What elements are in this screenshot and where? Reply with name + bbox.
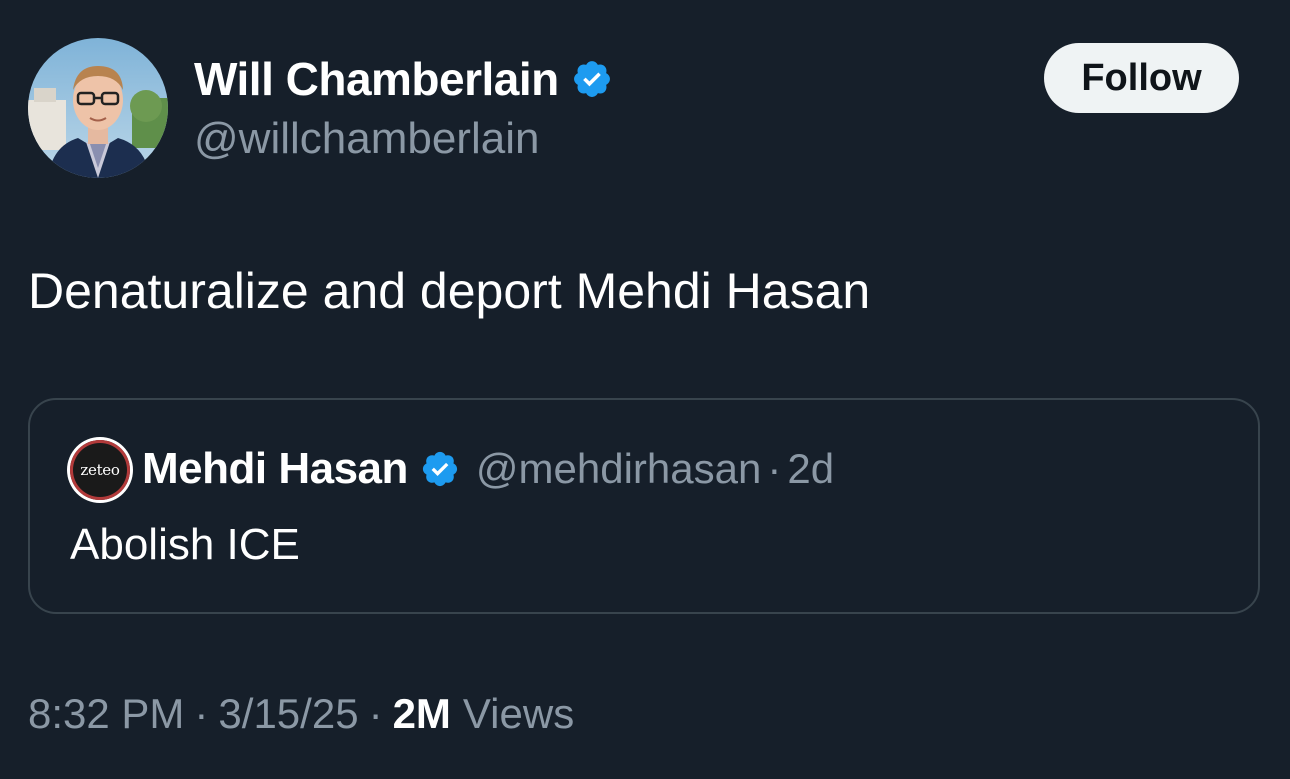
author-handle[interactable]: @willchamberlain xyxy=(194,114,539,164)
author-name-text[interactable]: Will Chamberlain xyxy=(194,52,559,106)
verified-badge-icon xyxy=(573,61,610,97)
quoted-author-handle[interactable]: @mehdirhasan xyxy=(476,445,761,493)
quoted-tweet-time[interactable]: 2d xyxy=(787,445,834,493)
tweet-meta: 8:32 PM · 3/15/25 · 2M Views xyxy=(28,690,574,738)
views-count[interactable]: 2M xyxy=(393,690,451,738)
author-avatar-image xyxy=(28,38,168,178)
separator-dot: · xyxy=(194,690,209,737)
author-name[interactable]: Will Chamberlain xyxy=(194,52,613,106)
quoted-author-avatar[interactable]: zeteo xyxy=(70,440,130,500)
quoted-author-name[interactable]: Mehdi Hasan xyxy=(142,444,408,494)
tweet-text: Denaturalize and deport Mehdi Hasan xyxy=(28,263,871,319)
quoted-tweet-header: Mehdi Hasan @mehdirhasan · 2d xyxy=(142,444,834,494)
verified-badge-icon xyxy=(422,451,457,487)
separator-dot: · xyxy=(767,445,782,492)
separator-dot: · xyxy=(368,690,383,737)
tweet-date[interactable]: 3/15/25 xyxy=(218,690,358,738)
views-label[interactable]: Views xyxy=(463,690,574,738)
quoted-tweet-card[interactable]: zeteo Mehdi Hasan @mehdirhasan · 2d Abol… xyxy=(28,398,1260,614)
tweet-time[interactable]: 8:32 PM xyxy=(28,690,184,738)
author-avatar[interactable] xyxy=(28,38,168,178)
follow-button[interactable]: Follow xyxy=(1044,43,1239,113)
tweet-container: Will Chamberlain @willchamberlain Follow… xyxy=(0,0,1290,779)
quoted-tweet-text: Abolish ICE xyxy=(70,520,300,569)
quoted-avatar-logo-text: zeteo xyxy=(80,461,120,479)
